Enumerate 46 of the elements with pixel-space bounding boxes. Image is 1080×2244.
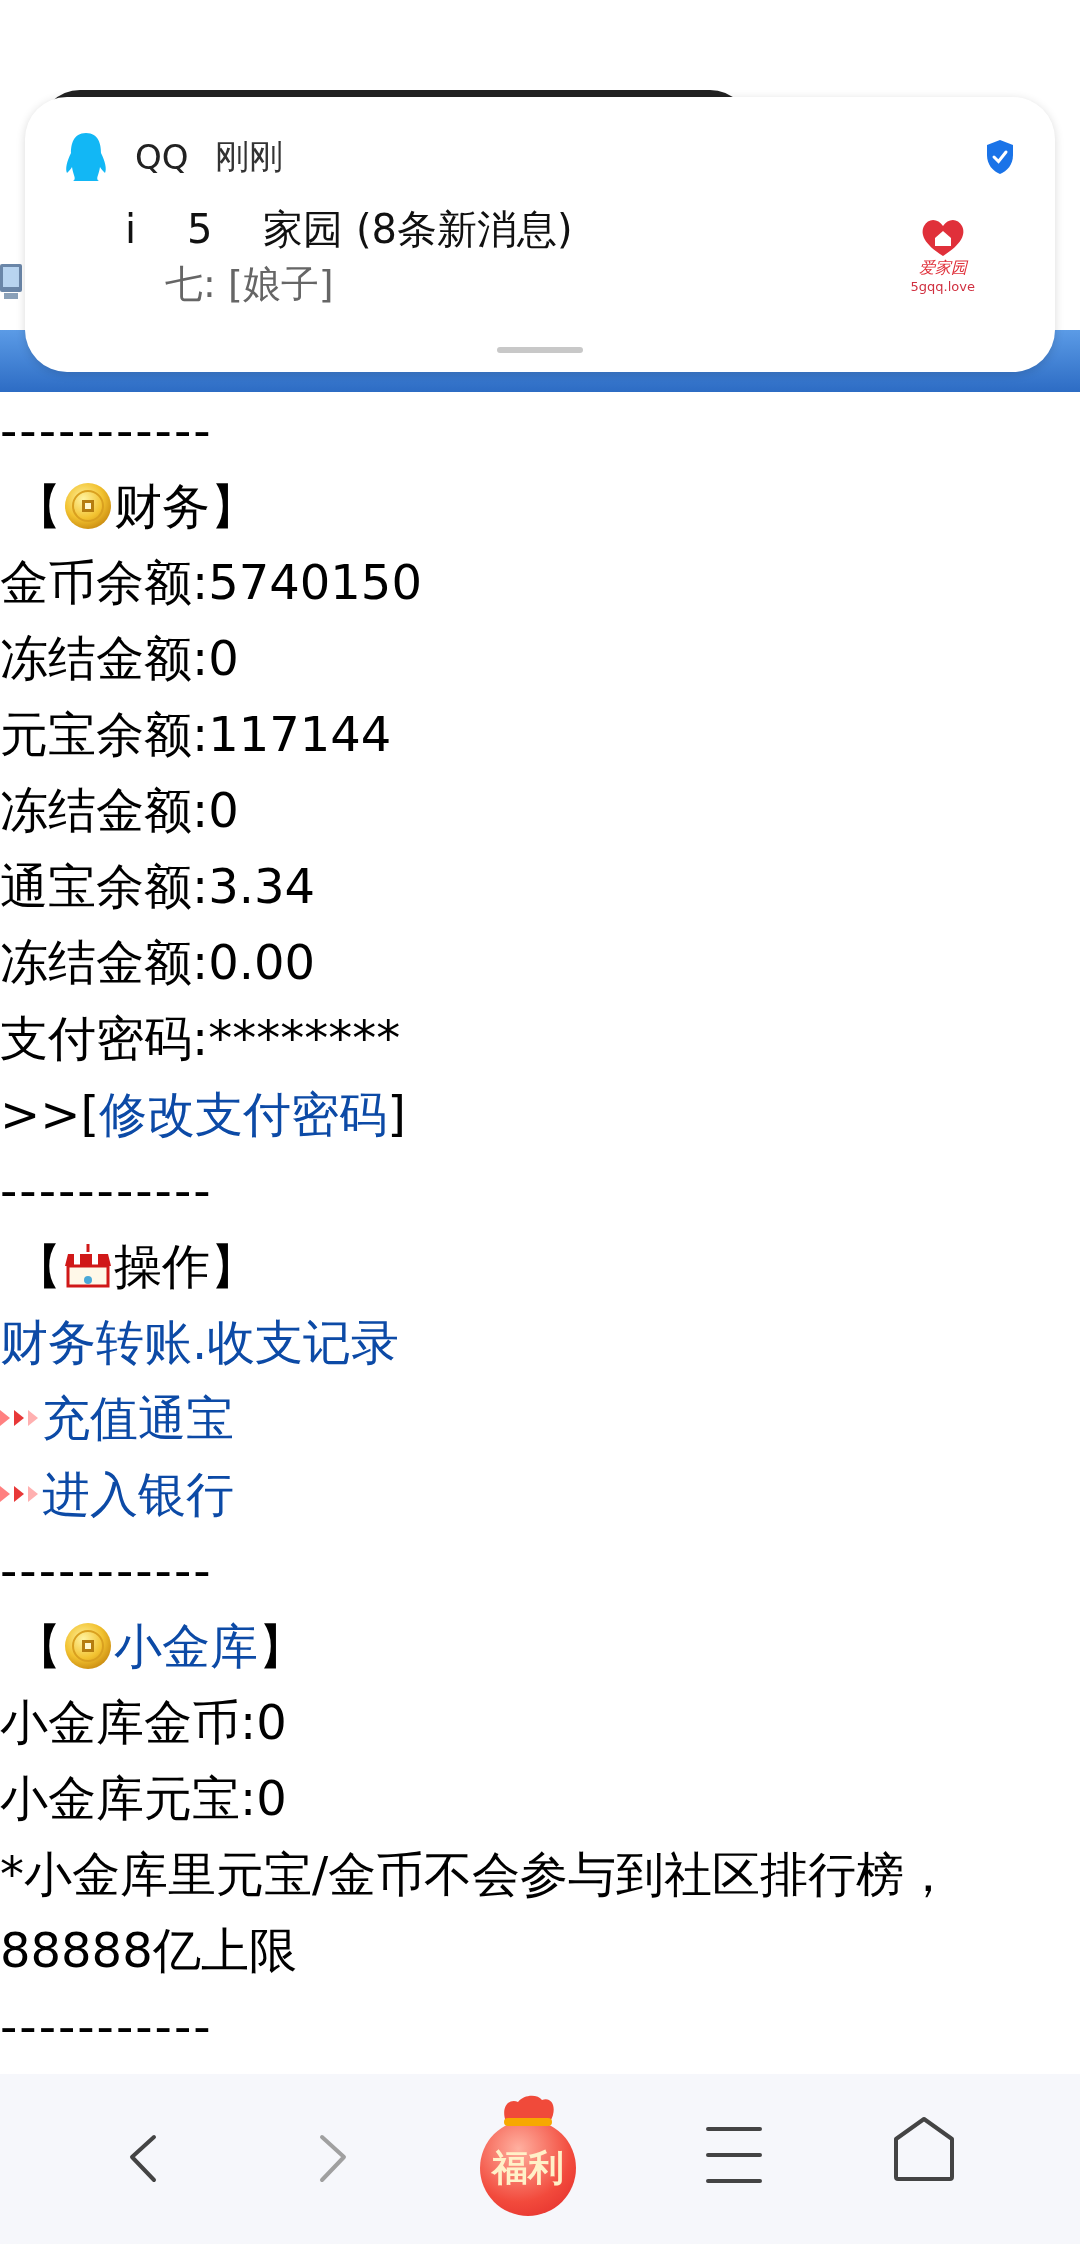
- triple-arrow-icon: [0, 1407, 40, 1429]
- penguin-icon: [63, 131, 109, 183]
- notification-title: i 5 家园 (8条新消息): [125, 205, 574, 254]
- divider-text: -----------: [0, 1997, 213, 2056]
- notification-message: 七: [娘子]: [164, 261, 335, 308]
- drag-handle[interactable]: [497, 347, 583, 353]
- info-text: 通宝余额:3.34: [0, 857, 316, 916]
- text-link[interactable]: 进入银行: [42, 1456, 234, 1532]
- section-link[interactable]: 小金库: [114, 1608, 258, 1684]
- bracket-text: 】: [210, 1237, 258, 1296]
- info-text: 冻结金额:0.00: [0, 933, 316, 992]
- shop-icon: [64, 1244, 112, 1288]
- shield-check-icon: [985, 139, 1015, 175]
- bracket-text: 】: [258, 1617, 306, 1676]
- divider-text: -----------: [0, 401, 213, 460]
- bracket-text: 【: [13, 1617, 62, 1676]
- divider-text: -----------: [0, 1161, 213, 1220]
- text-link[interactable]: 财务转账.收支记录: [0, 1304, 400, 1380]
- logo-text: 爱家园: [918, 258, 967, 279]
- info-text: 小金库元宝:0: [0, 1769, 287, 1828]
- divider-text: -----------: [0, 1541, 213, 1600]
- info-text: *小金库里元宝/金币不会参与到社区排行榜，88888亿上限: [0, 1845, 954, 1980]
- info-text: 小金库金币:0: [0, 1693, 287, 1752]
- text-link[interactable]: 充值通宝: [42, 1380, 234, 1456]
- suffix-text: ]: [387, 1085, 406, 1144]
- coin-icon: [64, 482, 112, 530]
- app-name: QQ: [135, 137, 189, 177]
- computer-icon: [0, 262, 24, 302]
- triple-arrow-icon: [0, 1483, 40, 1505]
- prefix-text: >>[: [0, 1085, 100, 1144]
- gift-label: 福利: [492, 2145, 564, 2190]
- section-title: 操作: [114, 1237, 210, 1296]
- notification-time: 刚刚: [214, 135, 283, 178]
- bracket-text: 】: [210, 477, 258, 536]
- info-text: 金币余额:5740150: [0, 553, 422, 612]
- info-text: 支付密码:********: [0, 1009, 401, 1068]
- password-link[interactable]: 修改支付密码: [99, 1076, 388, 1152]
- notification-card[interactable]: QQ 刚刚 i 5 家园 (8条新消息) 七: [娘子] 爱家园 5gqq.love: [25, 97, 1055, 372]
- info-text: 冻结金额:0: [0, 629, 239, 688]
- bracket-text: 【: [13, 1237, 62, 1296]
- logo-url: 5gqq.love: [910, 279, 975, 294]
- info-text: 冻结金额:0: [0, 781, 239, 840]
- bracket-text: 【: [13, 477, 62, 536]
- coin-icon: [64, 1622, 112, 1670]
- info-text: 元宝余额:117144: [0, 705, 392, 764]
- section-title: 财务: [114, 477, 210, 536]
